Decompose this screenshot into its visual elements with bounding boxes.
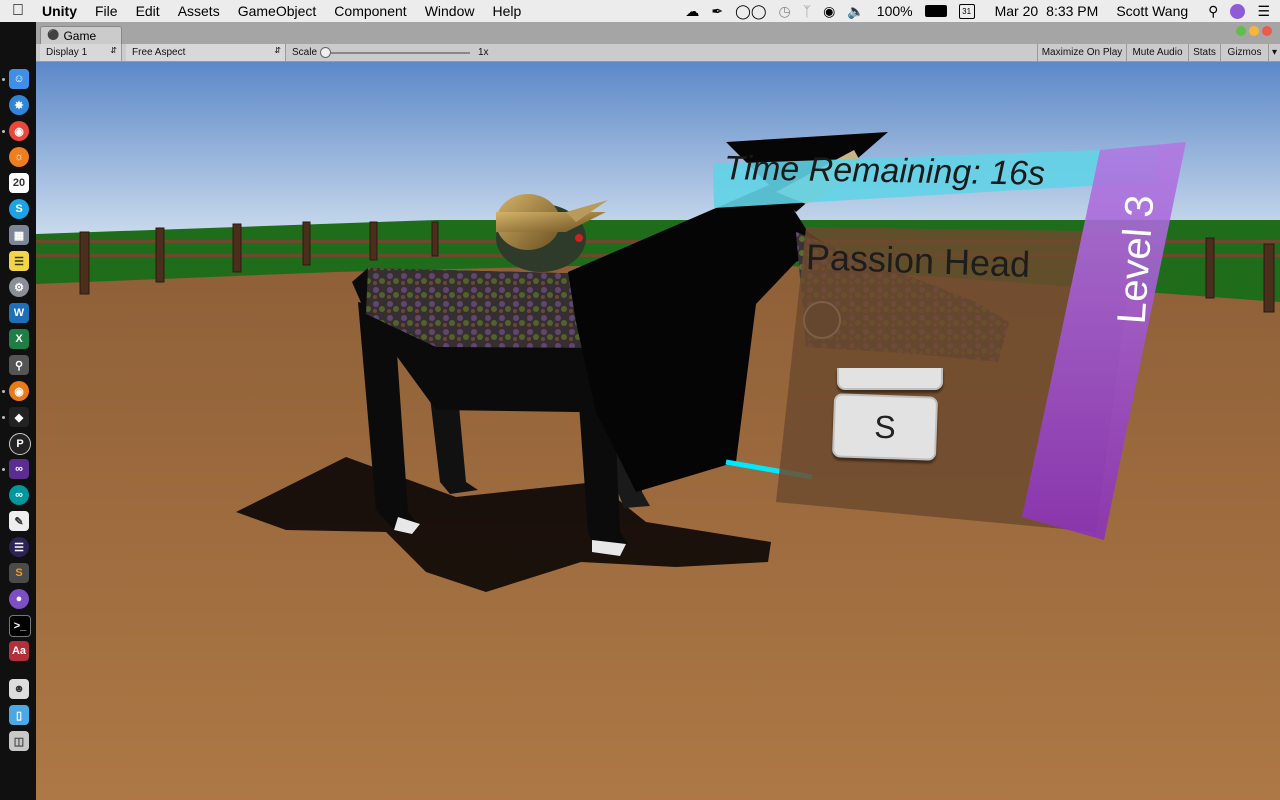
- key-hint-button-top[interactable]: [837, 368, 943, 390]
- bluetooth-icon[interactable]: ᛉ: [803, 3, 811, 19]
- notification-center-icon[interactable]: ☰: [1257, 3, 1270, 20]
- aspect-dropdown[interactable]: Free Aspect ⇵: [126, 44, 286, 61]
- chevron-down-icon: ▾: [1271, 47, 1278, 58]
- menu-bar:  Unity File Edit Assets GameObject Comp…: [0, 0, 1280, 22]
- wifi-icon[interactable]: ◉: [823, 3, 835, 20]
- firefox-icon[interactable]: ☼: [9, 147, 29, 167]
- minimize-window-icon[interactable]: [1249, 26, 1259, 36]
- zoom-window-icon[interactable]: [1236, 26, 1246, 36]
- siri-icon[interactable]: [1230, 3, 1246, 19]
- tab-bar: ⚫ Game: [36, 22, 1280, 44]
- battery-percent: 100%: [876, 3, 913, 19]
- dictionary-icon[interactable]: Aa: [9, 641, 29, 661]
- calendar-icon-date: 31: [958, 3, 975, 19]
- time-remaining-text: Time Remaining: 16s: [723, 149, 1046, 193]
- display-dropdown-label: Display 1: [46, 47, 88, 58]
- display-dropdown[interactable]: Display 1 ⇵: [40, 44, 122, 61]
- preview-icon[interactable]: ▦: [9, 225, 29, 245]
- downloads-stack-icon[interactable]: ☻: [9, 679, 29, 699]
- menu-component[interactable]: Component: [334, 3, 406, 19]
- safari-icon[interactable]: ✸: [9, 95, 29, 115]
- maximize-on-play-label: Maximize On Play: [1041, 47, 1123, 58]
- arduino-icon[interactable]: ∞: [9, 485, 29, 505]
- terminal-icon[interactable]: >_: [9, 615, 31, 637]
- chevron-updown-icon: ⇵: [274, 46, 281, 55]
- running-indicator: [2, 78, 5, 81]
- window-controls: [1233, 26, 1272, 36]
- game-view-toolbar: Display 1 ⇵ Free Aspect ⇵ Scale 1x Maxim…: [36, 44, 1280, 62]
- textedit-icon[interactable]: ✎: [9, 511, 29, 531]
- stats-label: Stats: [1193, 47, 1216, 58]
- calendar-app-icon[interactable]: 20: [9, 173, 29, 193]
- sublime-text-icon[interactable]: S: [9, 563, 29, 583]
- close-window-icon[interactable]: [1262, 26, 1272, 36]
- github-desktop-icon[interactable]: ●: [9, 589, 29, 609]
- gizmos-label: Gizmos: [1227, 47, 1262, 58]
- mute-audio-label: Mute Audio: [1132, 47, 1183, 58]
- calendar-app-date: 20: [12, 177, 26, 189]
- app-menu-unity[interactable]: Unity: [42, 3, 77, 19]
- time-display[interactable]: 8:33 PM: [1046, 3, 1098, 19]
- gizmos-dropdown-arrow[interactable]: ▾: [1268, 44, 1280, 61]
- trash-icon[interactable]: ◫: [9, 731, 29, 751]
- running-indicator: [2, 416, 5, 419]
- cloud-upload-icon[interactable]: ☁: [685, 3, 699, 20]
- dock: ☺ ✸ ◉ ☼ 20 S ▦ ☰ ⚙ W X ⚲ ◉ ◆ P ∞ ∞ ✎ ☰ S…: [0, 22, 36, 800]
- maximize-on-play-toggle[interactable]: Maximize On Play: [1037, 44, 1126, 61]
- scale-value: 1x: [478, 47, 489, 58]
- stats-toggle[interactable]: Stats: [1188, 44, 1220, 61]
- documents-folder-icon[interactable]: ▯: [9, 705, 29, 725]
- running-indicator: [2, 130, 5, 133]
- inspector-icon[interactable]: ⚲: [9, 355, 29, 375]
- calendar-icon[interactable]: 31: [958, 3, 975, 19]
- tab-game-label: Game: [63, 28, 97, 43]
- tab-game[interactable]: ⚫ Game: [40, 26, 122, 44]
- running-indicator: [2, 390, 5, 393]
- pen-icon[interactable]: ✒: [711, 3, 723, 20]
- volume-icon[interactable]: 🔈: [847, 3, 864, 20]
- menu-gameobject[interactable]: GameObject: [238, 3, 317, 19]
- game-viewport[interactable]: Time Remaining: 16s Passion Head S Level…: [36, 62, 1280, 800]
- objective-text: Passion Head: [805, 236, 1031, 285]
- scale-slider-thumb[interactable]: [320, 47, 331, 58]
- apple-icon[interactable]: : [12, 2, 24, 20]
- processing-icon[interactable]: P: [9, 433, 31, 455]
- spotlight-search-icon[interactable]: ⚲: [1208, 3, 1218, 20]
- finder-icon[interactable]: ☺: [9, 69, 29, 89]
- time-machine-icon[interactable]: ◷: [779, 3, 791, 20]
- mute-audio-toggle[interactable]: Mute Audio: [1126, 44, 1188, 61]
- battery-icon[interactable]: [924, 5, 947, 17]
- level-indicator-text: Level 3: [1109, 193, 1163, 326]
- unity-game-window: ⚫ Game Display 1 ⇵ Free Aspect ⇵ Scale 1…: [36, 22, 1280, 800]
- key-hint-label: S: [873, 408, 897, 445]
- gizmos-toggle[interactable]: Gizmos: [1220, 44, 1268, 61]
- game-view-icon: ⚫: [47, 30, 60, 41]
- chrome-icon[interactable]: ◉: [9, 121, 29, 141]
- system-preferences-icon[interactable]: ⚙: [9, 277, 29, 297]
- scale-label: Scale: [292, 47, 318, 58]
- key-hint-s-button[interactable]: S: [831, 393, 939, 461]
- visual-studio-icon[interactable]: ∞: [9, 459, 29, 479]
- menu-window[interactable]: Window: [425, 3, 475, 19]
- blender-icon[interactable]: ◉: [9, 381, 29, 401]
- chevron-updown-icon: ⇵: [110, 46, 117, 55]
- menu-file[interactable]: File: [95, 3, 118, 19]
- running-indicator: [2, 468, 5, 471]
- glasses-icon[interactable]: ◯◯: [735, 3, 766, 20]
- menu-help[interactable]: Help: [492, 3, 521, 19]
- eclipse-icon[interactable]: ☰: [9, 537, 29, 557]
- scale-slider-track[interactable]: [324, 52, 470, 54]
- game-scene: [36, 62, 1280, 800]
- word-icon[interactable]: W: [9, 303, 29, 323]
- user-name[interactable]: Scott Wang: [1116, 3, 1188, 19]
- aspect-dropdown-label: Free Aspect: [132, 47, 186, 58]
- excel-icon[interactable]: X: [9, 329, 29, 349]
- unity-icon[interactable]: ◆: [9, 407, 29, 427]
- menu-edit[interactable]: Edit: [136, 3, 160, 19]
- skype-icon[interactable]: S: [9, 199, 29, 219]
- stickies-icon[interactable]: ☰: [9, 251, 29, 271]
- menu-assets[interactable]: Assets: [178, 3, 220, 19]
- date-display[interactable]: Mar 20: [995, 3, 1039, 19]
